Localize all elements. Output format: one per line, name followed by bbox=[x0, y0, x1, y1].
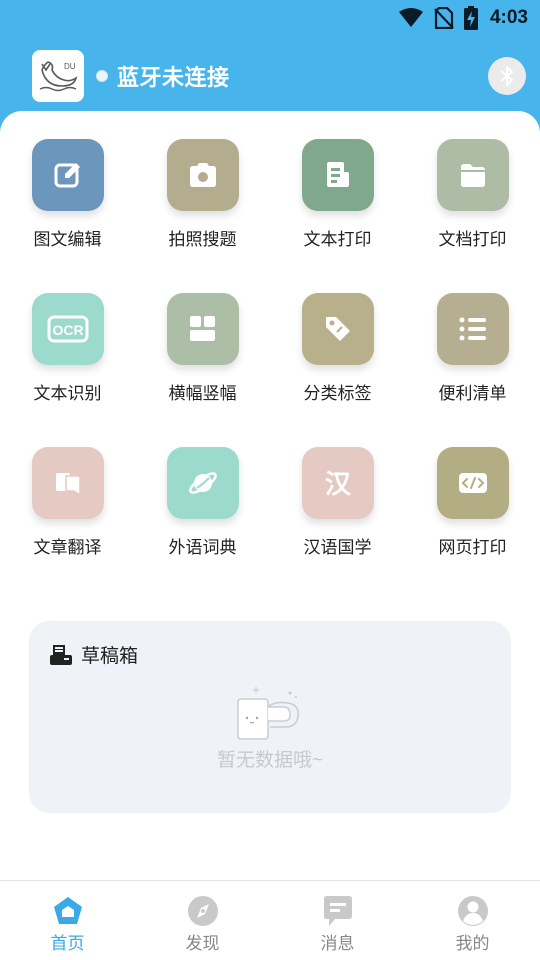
empty-cup-icon bbox=[234, 685, 306, 749]
main-panel: 图文编辑 拍照搜题 文本打印 文档打印 OCR 文本识别 横幅竖幅 分类标签 便… bbox=[0, 111, 540, 880]
tool-label: 文本打印 bbox=[303, 230, 372, 249]
camera-icon bbox=[189, 163, 216, 187]
app-logo[interactable]: DU bbox=[32, 50, 84, 102]
tool-label: 文章翻译 bbox=[33, 538, 102, 557]
tool-text-print[interactable]: 文本打印 bbox=[270, 139, 405, 250]
svg-text:DU: DU bbox=[64, 62, 76, 71]
han-icon: 汉 bbox=[324, 470, 351, 499]
nav-label: 发现 bbox=[185, 934, 220, 953]
bluetooth-status: 蓝牙未连接 bbox=[117, 65, 230, 90]
tool-label: 外语词典 bbox=[168, 538, 237, 557]
tool-label: 文本识别 bbox=[33, 384, 102, 403]
nav-label: 消息 bbox=[320, 934, 355, 953]
bluetooth-icon bbox=[500, 66, 513, 86]
drafts-box[interactable]: 草稿箱 暂无数据哦~ bbox=[29, 621, 511, 813]
edit-icon bbox=[54, 163, 80, 188]
bottom-nav: 首页 发现 消息 我的 bbox=[0, 880, 540, 960]
header: DU 蓝牙未连接 bbox=[32, 50, 526, 102]
tool-label: 网页打印 bbox=[438, 538, 507, 557]
nav-home[interactable]: 首页 bbox=[0, 881, 135, 960]
tool-label: 汉语国学 bbox=[303, 538, 372, 557]
tool-grid: 图文编辑 拍照搜题 文本打印 文档打印 OCR 文本识别 横幅竖幅 分类标签 便… bbox=[0, 139, 540, 558]
tool-tile[interactable] bbox=[436, 293, 509, 365]
tool-tile[interactable] bbox=[436, 447, 509, 519]
tool-article-translate[interactable]: 文章翻译 bbox=[0, 447, 135, 558]
nav-discover[interactable]: 发现 bbox=[135, 881, 270, 960]
tool-tile[interactable] bbox=[301, 293, 374, 365]
profile-icon bbox=[457, 896, 488, 926]
wifi-icon bbox=[398, 8, 424, 28]
tool-chinese-studies[interactable]: 汉 汉语国学 bbox=[270, 447, 405, 558]
printer-icon bbox=[50, 644, 72, 665]
no-sim-icon bbox=[434, 7, 454, 29]
home-icon bbox=[53, 897, 82, 924]
tool-label: 横幅竖幅 bbox=[168, 384, 237, 403]
tool-web-print[interactable]: 网页打印 bbox=[405, 447, 540, 558]
battery-charging-icon bbox=[463, 6, 478, 30]
tool-text-recognition[interactable]: OCR 文本识别 bbox=[0, 293, 135, 404]
tool-label: 图文编辑 bbox=[33, 230, 102, 249]
whale-logo-icon: DU bbox=[39, 61, 78, 92]
tool-tile[interactable] bbox=[31, 447, 104, 519]
status-bar: 4:03 bbox=[0, 0, 540, 36]
nav-messages[interactable]: 消息 bbox=[270, 881, 405, 960]
tool-tile[interactable] bbox=[166, 139, 239, 211]
list-icon bbox=[459, 317, 486, 341]
tool-image-text-edit[interactable]: 图文编辑 bbox=[0, 139, 135, 250]
nav-label: 我的 bbox=[455, 934, 490, 953]
tool-checklist[interactable]: 便利清单 bbox=[405, 293, 540, 404]
tool-banner[interactable]: 横幅竖幅 bbox=[135, 293, 270, 404]
folder-icon bbox=[460, 164, 485, 187]
tool-label: 分类标签 bbox=[303, 384, 372, 403]
tool-photo-search[interactable]: 拍照搜题 bbox=[135, 139, 270, 250]
tool-tile[interactable] bbox=[166, 447, 239, 519]
drafts-header: 草稿箱 bbox=[49, 641, 138, 668]
tool-label: 拍照搜题 bbox=[168, 230, 237, 249]
tool-label: 便利清单 bbox=[438, 384, 507, 403]
tag-icon bbox=[325, 317, 350, 341]
tool-foreign-dictionary[interactable]: 外语词典 bbox=[135, 447, 270, 558]
svg-text:OCR: OCR bbox=[52, 322, 83, 338]
connection-dot bbox=[96, 70, 108, 82]
tool-tile[interactable]: OCR bbox=[31, 293, 104, 365]
code-icon bbox=[458, 473, 487, 493]
tool-tile[interactable] bbox=[301, 139, 374, 211]
bluetooth-button[interactable] bbox=[488, 57, 526, 95]
tool-label: 文档打印 bbox=[438, 230, 507, 249]
drafts-title: 草稿箱 bbox=[81, 646, 139, 667]
empty-state-text: 暂无数据哦~ bbox=[216, 750, 324, 771]
message-icon bbox=[323, 896, 352, 926]
tool-tile[interactable] bbox=[166, 293, 239, 365]
nav-label: 首页 bbox=[50, 934, 85, 953]
tool-document-print[interactable]: 文档打印 bbox=[405, 139, 540, 250]
tool-tile[interactable] bbox=[31, 139, 104, 211]
nav-profile[interactable]: 我的 bbox=[405, 881, 540, 960]
document-print-icon bbox=[326, 162, 349, 187]
ocr-icon: OCR bbox=[47, 315, 88, 343]
tool-tile[interactable]: 汉 bbox=[301, 447, 374, 519]
svg-text:汉: 汉 bbox=[324, 470, 351, 499]
status-time: 4:03 bbox=[489, 7, 528, 28]
tool-tile[interactable] bbox=[436, 139, 509, 211]
layout-icon bbox=[189, 316, 215, 341]
tool-category-label[interactable]: 分类标签 bbox=[270, 293, 405, 404]
discover-icon bbox=[187, 896, 218, 926]
translate-icon bbox=[55, 473, 81, 497]
planet-icon bbox=[188, 472, 217, 494]
